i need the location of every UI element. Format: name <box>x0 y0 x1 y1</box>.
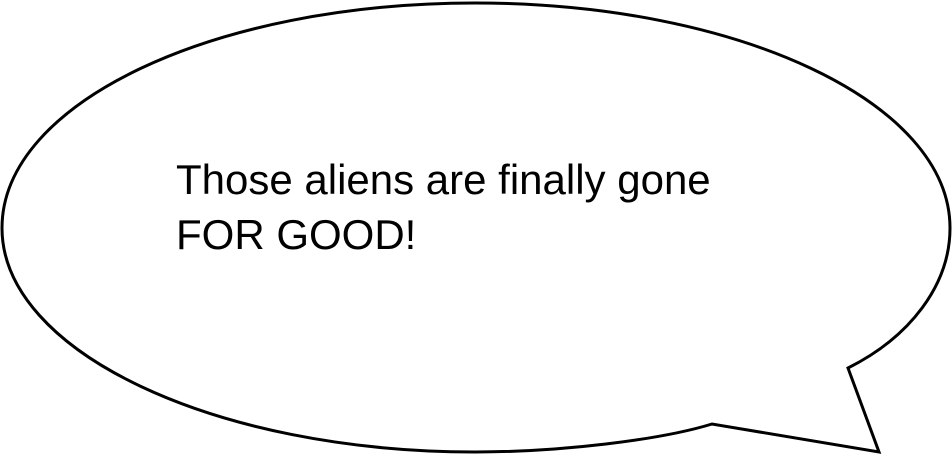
speech-bubble: Those aliens are finally gone FOR GOOD! <box>0 0 952 458</box>
speech-line-1: Those aliens are finally gone <box>176 156 711 203</box>
speech-bubble-text: Those aliens are finally gone FOR GOOD! <box>176 152 816 262</box>
speech-line-2: FOR GOOD! <box>176 211 417 258</box>
